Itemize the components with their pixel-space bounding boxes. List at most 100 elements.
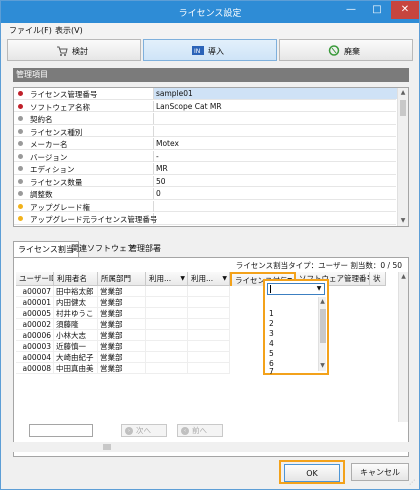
assignment-summary: ライセンス割当タイプ：ユーザー 割当数：0 / 50 (235, 261, 402, 270)
dispose-button[interactable]: 廃棄 (279, 39, 413, 61)
prop-row-license-id[interactable]: ライセンス管理番号 sample01 (14, 88, 398, 100)
optional-dot-icon (18, 178, 23, 184)
install-button[interactable]: IN 導入 (143, 39, 277, 61)
chevron-down-icon: ▼ (222, 275, 227, 282)
cart-icon (57, 46, 68, 56)
prop-value[interactable]: 50 (156, 177, 166, 186)
menu-view[interactable]: 表示(V) (55, 25, 83, 36)
prev-page-button[interactable]: ‹ 前へ (177, 424, 223, 437)
col-user-id[interactable]: ユーザーID (16, 272, 54, 286)
maximize-button[interactable]: □ (363, 1, 391, 19)
table-row[interactable]: a00006 小林大志 営業部 (16, 330, 408, 341)
cancel-button[interactable]: キャンセル (351, 463, 409, 481)
dropdown-option[interactable]: 4 (269, 339, 274, 348)
prop-row-license-type[interactable]: ライセンス種別 (14, 125, 396, 137)
next-page-button[interactable]: › 次へ (121, 424, 167, 437)
table-row[interactable]: a00004 大崎由紀子 営業部 (16, 352, 408, 363)
prop-value[interactable]: sample01 (156, 89, 193, 98)
prop-value[interactable]: LanScope Cat MR (156, 102, 222, 111)
page-input[interactable] (29, 424, 93, 437)
prop-value[interactable]: 0 (156, 189, 161, 198)
svg-text:IN: IN (194, 48, 200, 55)
property-scrollbar[interactable]: ▲ ▼ (397, 88, 408, 226)
tab-bar: ライセンス割当 関連ソフトウェア 管理部署 (13, 241, 409, 257)
scroll-thumb[interactable] (400, 100, 406, 116)
dropdown-option[interactable]: 1 (269, 309, 274, 318)
horizontal-scrollbar[interactable] (13, 442, 409, 452)
prop-row-version[interactable]: バージョン - (14, 150, 396, 162)
prop-value[interactable]: Motex (156, 139, 179, 148)
property-grid: ライセンス管理番号 sample01 ソフトウェア名称 LanScope Cat… (13, 87, 409, 227)
tab-managing-department[interactable]: 管理部署 (125, 241, 165, 257)
prop-value[interactable]: - (156, 152, 159, 161)
col-department[interactable]: 所属部門 (98, 272, 146, 286)
table-row[interactable]: a00003 近藤慎一 営業部 (16, 341, 408, 352)
table-row[interactable]: a00008 中田真由美 営業部 (16, 363, 408, 374)
prop-name: アップグレード権 (30, 202, 90, 212)
prop-row-upgrade-right[interactable]: アップグレード権 (14, 200, 396, 212)
table-row[interactable]: a00007 田中裕太郎 営業部 (16, 286, 408, 297)
prop-row-software-name[interactable]: ソフトウェア名称 LanScope Cat MR (14, 100, 396, 112)
dispose-icon (328, 45, 340, 56)
grid-scrollbar[interactable]: ▲ (398, 272, 408, 422)
dropdown-option[interactable]: 5 (269, 349, 274, 358)
resize-grip-icon[interactable]: ⋰ (409, 479, 417, 487)
user-grid: ユーザーID 利用者名 所属部門 利用...▼ 利用...▼ ライセンス付与▼ … (16, 272, 408, 432)
prop-row-edition[interactable]: エディション MR (14, 163, 396, 175)
prop-name: ライセンス管理番号 (30, 90, 98, 99)
scroll-thumb[interactable] (320, 309, 326, 343)
dropdown-option[interactable]: 2 (269, 319, 274, 328)
table-row[interactable]: a00001 内田健太 営業部 (16, 297, 408, 308)
dropdown-option[interactable]: 7 (269, 367, 274, 376)
col-status[interactable]: 状 (370, 272, 386, 286)
chevron-down-icon[interactable]: ▼ (314, 284, 324, 294)
ok-button[interactable]: OK (284, 464, 340, 482)
license-grant-dropdown[interactable]: ▼ 1 2 3 4 5 6 7 ▲ ▼ (263, 279, 329, 376)
title-bar: ライセンス設定 — □ ✕ (1, 1, 419, 23)
optional-dot-icon (18, 153, 23, 159)
dispose-label: 廃棄 (344, 47, 360, 56)
optional-dot-icon (18, 191, 23, 196)
prop-value[interactable]: MR (156, 164, 168, 173)
scroll-up-icon[interactable]: ▲ (319, 297, 326, 307)
col-usage-2[interactable]: 利用... ▼ (188, 272, 230, 286)
scroll-down-icon[interactable]: ▼ (398, 216, 408, 226)
prop-name: ライセンス数量 (30, 177, 83, 187)
prop-row-adjustment[interactable]: 調整数 0 (14, 188, 396, 200)
upgrade-dot-icon (18, 216, 23, 221)
minimize-button[interactable]: — (337, 1, 365, 19)
prop-row-contract[interactable]: 契約名 (14, 113, 396, 125)
col-usage-1[interactable]: 利用... ▼ (146, 272, 188, 286)
prev-icon: ‹ (181, 427, 189, 435)
next-icon: › (125, 427, 133, 435)
col-user-name[interactable]: 利用者名 (54, 272, 98, 286)
prop-row-quantity[interactable]: ライセンス数量 50 (14, 175, 396, 187)
optional-dot-icon (18, 141, 23, 146)
prop-row-maker[interactable]: メーカー名 Motex (14, 138, 396, 150)
scroll-up-icon[interactable]: ▲ (398, 88, 408, 98)
chevron-down-icon: ▼ (180, 275, 185, 282)
scroll-down-icon[interactable]: ▼ (319, 361, 326, 371)
ok-highlight: OK (279, 460, 345, 484)
toolbar: 検討 IN 導入 廃棄 (7, 39, 413, 63)
prop-name: 契約名 (30, 115, 53, 124)
prop-name: バージョン (30, 152, 68, 162)
table-row[interactable]: a00005 村井ゆうこ 営業部 (16, 308, 408, 319)
dropdown-option[interactable]: 3 (269, 329, 274, 338)
review-button[interactable]: 検討 (7, 39, 141, 61)
management-items-header: 管理項目 (13, 68, 409, 82)
dropdown-scrollbar[interactable]: ▲ ▼ (318, 297, 326, 371)
install-icon: IN (192, 46, 204, 55)
menu-file[interactable]: ファイル(F) (9, 25, 52, 36)
license-grant-input[interactable]: ▼ (267, 283, 325, 295)
prop-row-upgrade-source[interactable]: アップグレード元ライセンス管理番号 (14, 213, 396, 225)
table-row[interactable]: a00002 須藤隆 営業部 (16, 319, 408, 330)
close-button[interactable]: ✕ (391, 1, 419, 19)
prop-name: 調整数 (30, 190, 53, 199)
license-settings-window: ライセンス設定 — □ ✕ ファイル(F) 表示(V) 検討 IN 導入 廃棄 … (0, 0, 420, 490)
install-label: 導入 (208, 47, 224, 56)
optional-dot-icon (18, 128, 23, 134)
scroll-up-icon[interactable]: ▲ (399, 272, 408, 282)
scroll-thumb[interactable] (103, 444, 111, 450)
prop-name: アップグレード元ライセンス管理番号 (30, 215, 158, 224)
